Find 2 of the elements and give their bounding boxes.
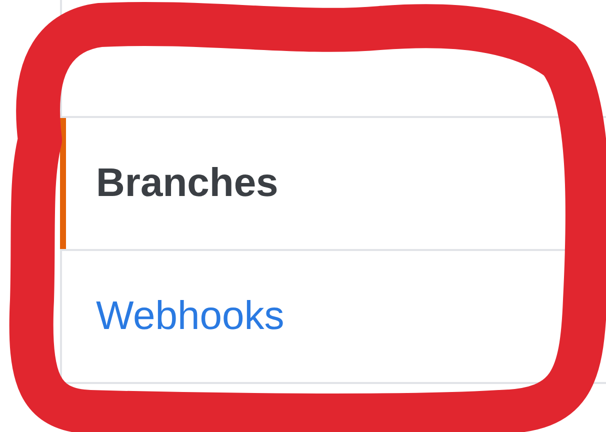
sidebar-item[interactable]: Webhooks <box>60 251 606 384</box>
sidebar-item[interactable]: Branches <box>60 118 606 251</box>
